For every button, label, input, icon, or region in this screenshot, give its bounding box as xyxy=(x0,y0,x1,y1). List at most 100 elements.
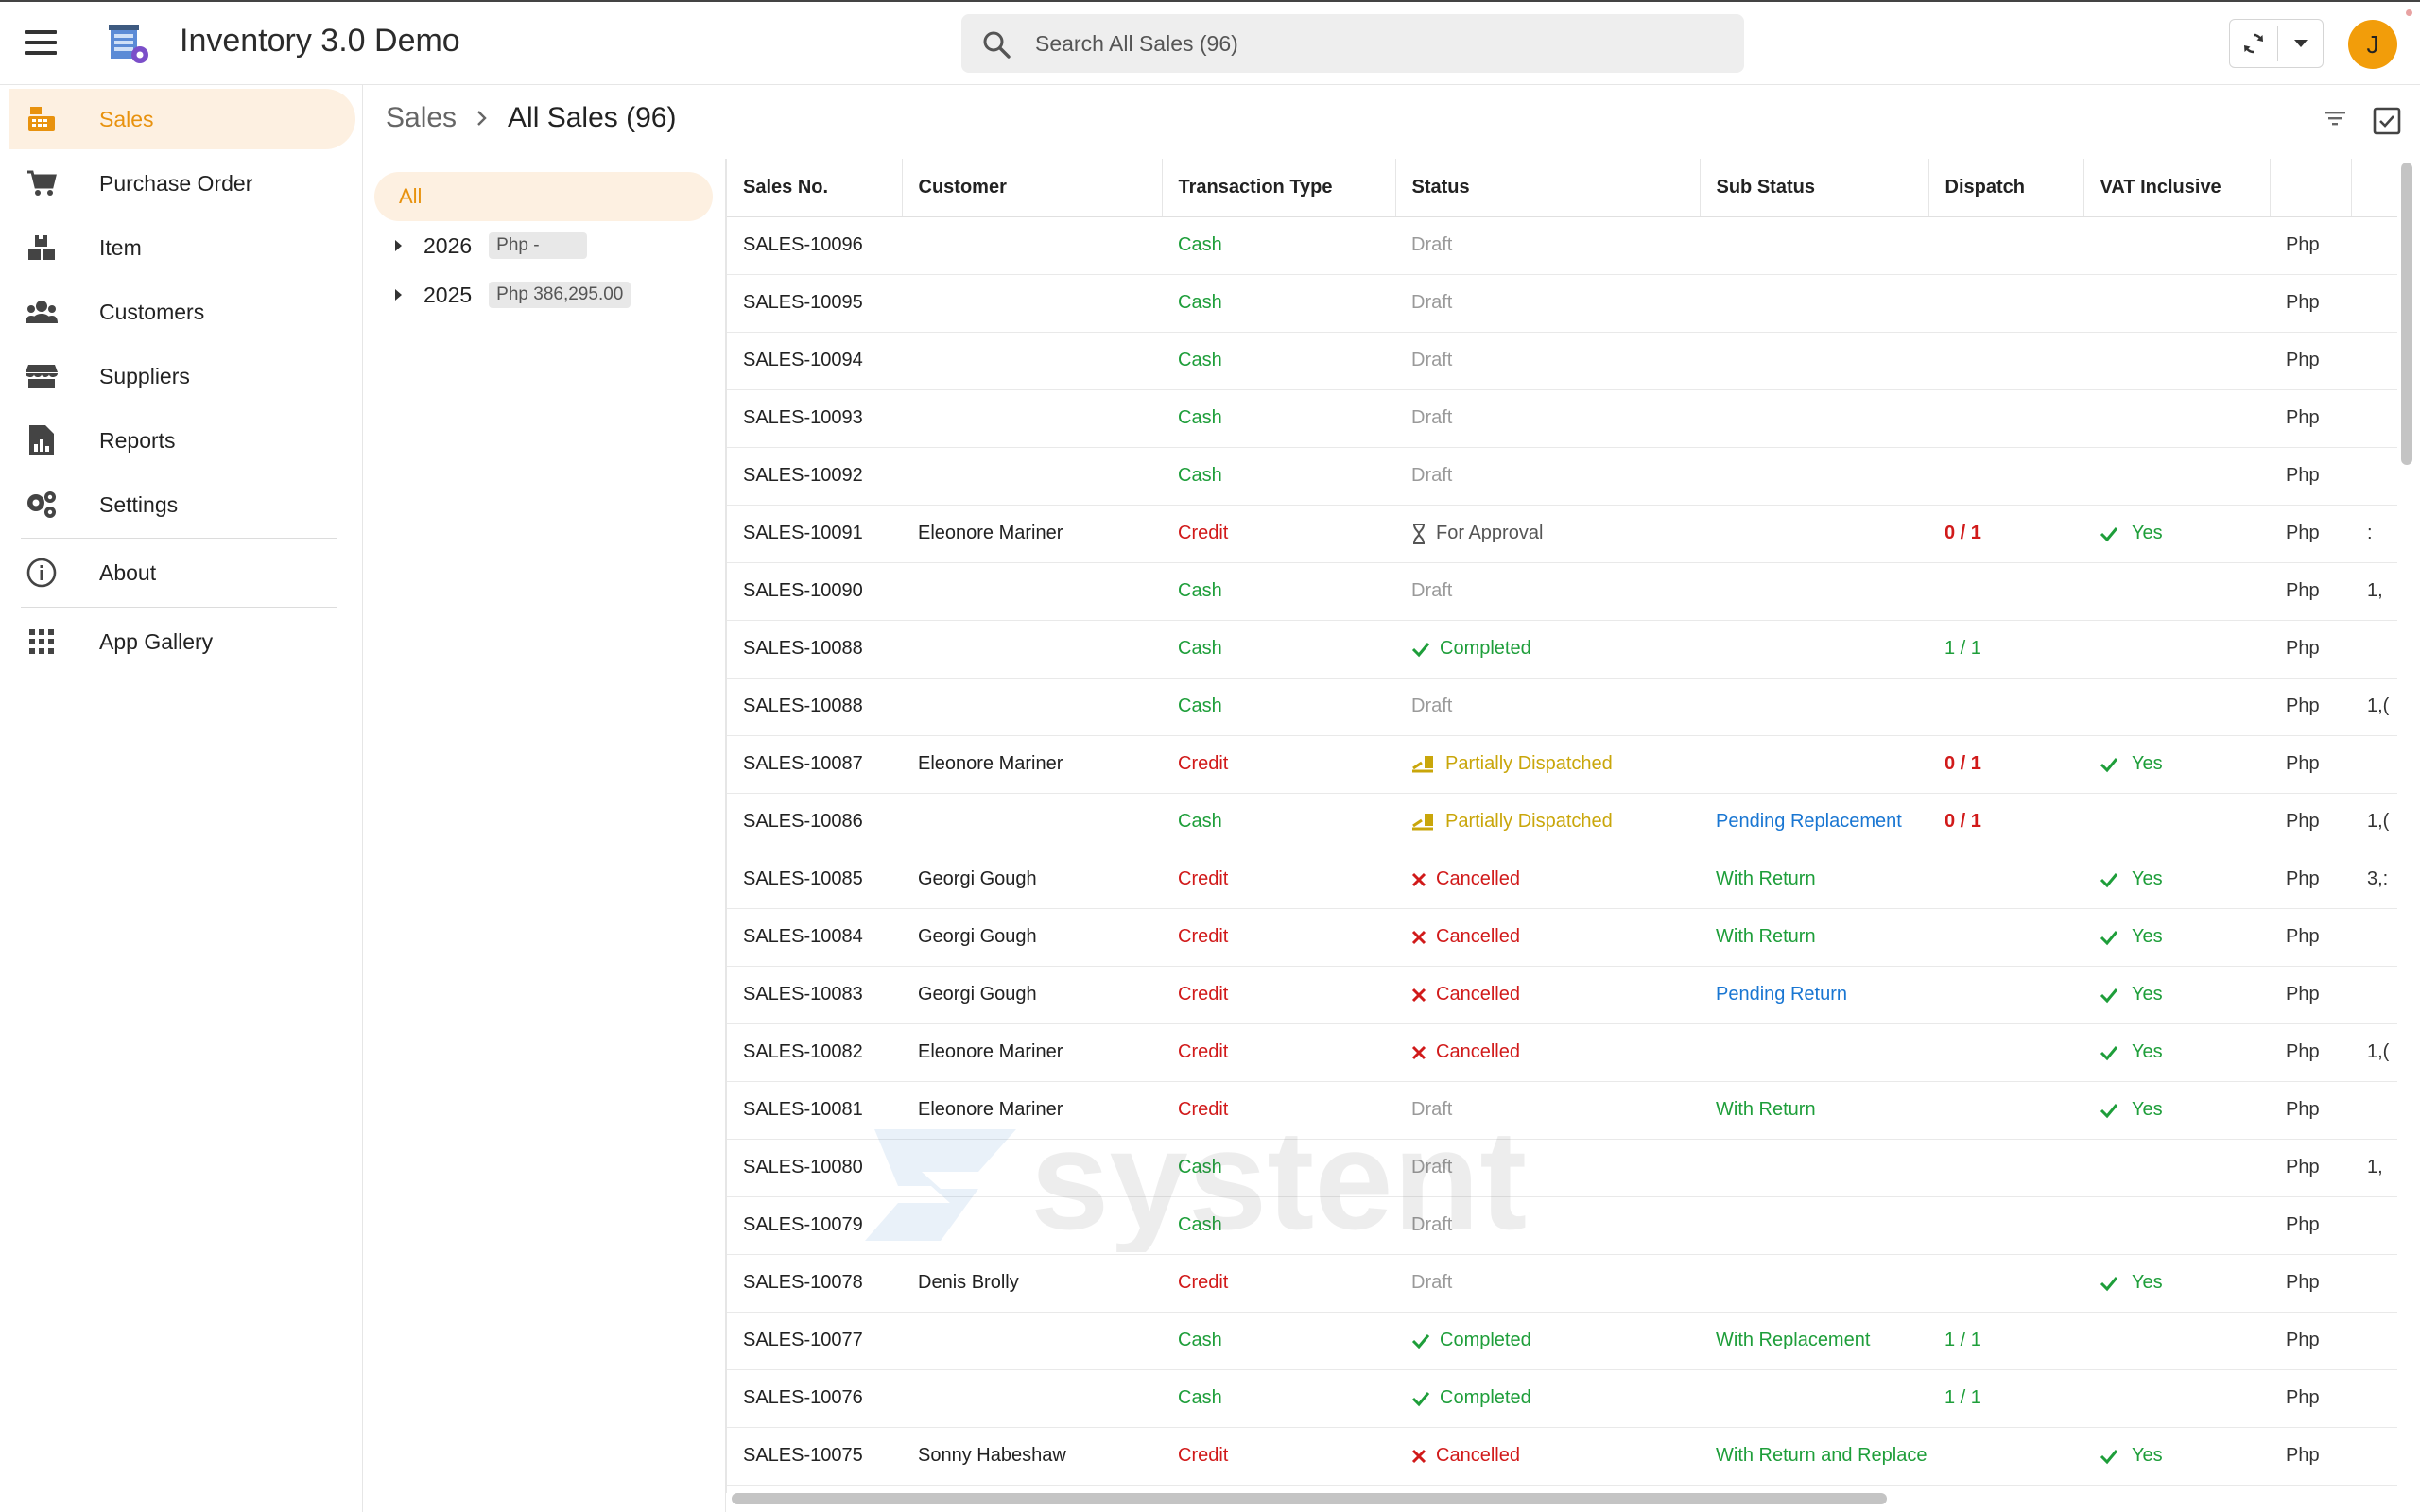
cell-vat-inclusive: Yes xyxy=(2083,1427,2270,1486)
search-input[interactable] xyxy=(1035,14,1716,73)
menu-icon[interactable] xyxy=(25,30,57,55)
column-header-amount[interactable] xyxy=(2351,159,2397,217)
cell-amount: : xyxy=(2351,505,2397,563)
tree-item-2026[interactable]: 2026 Php - xyxy=(395,227,588,265)
cell-sales-no: SALES-10075 xyxy=(727,1427,902,1486)
sidebar-item-about[interactable]: About xyxy=(9,542,355,603)
column-header-dispatch[interactable]: Dispatch xyxy=(1928,159,2084,217)
cell-amount xyxy=(2351,908,2397,967)
cell-customer: Sonny Habeshaw xyxy=(902,1427,1162,1486)
table-row[interactable]: SALES-10076 Cash Completed 1 / 1 Php xyxy=(727,1369,2397,1428)
column-header-vat-inclusive[interactable]: VAT Inclusive xyxy=(2083,159,2271,217)
partial-dispatch-icon xyxy=(1412,755,1433,772)
sidebar-item-item[interactable]: Item xyxy=(9,217,355,278)
cell-customer xyxy=(902,793,1162,851)
cell-currency: Php xyxy=(2270,274,2351,333)
vat-text: Yes xyxy=(2132,868,2163,889)
column-header-sub-status[interactable]: Sub Status xyxy=(1700,159,1929,217)
table-row[interactable]: SALES-10080 Cash Draft Php 1, xyxy=(727,1139,2397,1197)
cell-amount xyxy=(2351,1312,2397,1370)
info-icon xyxy=(25,556,59,590)
status-label: Partially Dispatched xyxy=(1411,753,1700,775)
table-row[interactable]: SALES-10091 Eleonore Mariner Credit For App… xyxy=(727,505,2397,563)
column-header-status[interactable]: Status xyxy=(1395,159,1701,217)
cell-status: Draft xyxy=(1395,562,1700,621)
app-title: Inventory 3.0 Demo xyxy=(180,23,460,59)
status-label: Draft xyxy=(1411,350,1700,371)
sidebar-item-purchase-order[interactable]: Purchase Order xyxy=(9,153,355,214)
cell-sales-no: SALES-10094 xyxy=(727,332,902,390)
cell-currency: Php xyxy=(2270,447,2351,506)
table-row[interactable]: SALES-10090 Cash Draft Php 1, xyxy=(727,562,2397,621)
table-row[interactable]: SALES-10087 Eleonore Mariner Credit Partial… xyxy=(727,735,2397,794)
cell-vat-inclusive xyxy=(2083,1139,2270,1197)
expand-arrow-icon[interactable] xyxy=(395,289,402,301)
expand-arrow-icon[interactable] xyxy=(395,240,402,251)
tree-item-all[interactable]: All xyxy=(374,172,713,221)
cell-customer: Eleonore Mariner xyxy=(902,1081,1162,1140)
status-text: Draft xyxy=(1411,350,1453,370)
divider xyxy=(21,607,337,608)
status-label: Draft xyxy=(1411,1157,1700,1178)
sidebar-item-customers[interactable]: Customers xyxy=(9,282,355,342)
column-header-customer[interactable]: Customer xyxy=(902,159,1163,217)
tree-item-2025[interactable]: 2025 Php 386,295.00 xyxy=(395,276,631,314)
cell-sales-no: SALES-10085 xyxy=(727,850,902,909)
sidebar-item-app-gallery[interactable]: App Gallery xyxy=(9,611,355,672)
cell-sub-status xyxy=(1700,1139,1928,1197)
vertical-scrollbar[interactable] xyxy=(2401,163,2412,465)
table-row[interactable]: SALES-10088 Cash Draft Php 1,( xyxy=(727,678,2397,736)
table-row[interactable]: SALES-10078 Denis Brolly Credit Draft Yes Php xyxy=(727,1254,2397,1313)
cell-currency: Php xyxy=(2270,389,2351,448)
column-header-currency[interactable] xyxy=(2270,159,2352,217)
cell-transaction-type: Cash xyxy=(1162,1139,1395,1197)
table-row[interactable]: SALES-10088 Cash Completed 1 / 1 Php xyxy=(727,620,2397,679)
sidebar-item-suppliers[interactable]: Suppliers xyxy=(9,346,355,406)
cell-customer xyxy=(902,389,1162,448)
table-row[interactable]: SALES-10086 Cash Partially Dispatched Pendi… xyxy=(727,793,2397,851)
cell-sub-status: With Return xyxy=(1700,1081,1928,1140)
sync-dropdown-button[interactable] xyxy=(2278,20,2324,67)
sync-button[interactable] xyxy=(2230,20,2277,67)
cell-transaction-type: Cash xyxy=(1162,332,1395,390)
sidebar-item-reports[interactable]: Reports xyxy=(9,410,355,471)
table-row[interactable]: SALES-10096 Cash Draft Php xyxy=(727,216,2397,275)
table-row[interactable]: SALES-10085 Georgi Gough Credit Cancelled Wi… xyxy=(727,850,2397,909)
cell-sales-no: SALES-10088 xyxy=(727,678,902,736)
close-icon xyxy=(1411,988,1426,1002)
status-text: Completed xyxy=(1440,638,1531,659)
close-icon xyxy=(1411,872,1426,886)
table-row[interactable]: SALES-10095 Cash Draft Php xyxy=(727,274,2397,333)
vat-text: Yes xyxy=(2132,1272,2163,1293)
table-row[interactable]: SALES-10081 Eleonore Mariner Credit Draft Wi… xyxy=(727,1081,2397,1140)
status-text: Partially Dispatched xyxy=(1445,753,1613,774)
table-row[interactable]: SALES-10077 Cash Completed With Replacement… xyxy=(727,1312,2397,1370)
table-row[interactable]: SALES-10079 Cash Draft Php xyxy=(727,1196,2397,1255)
vat-label: Yes xyxy=(2100,753,2270,775)
table-row[interactable]: SALES-10082 Eleonore Mariner Credit Cancell… xyxy=(727,1023,2397,1082)
table-row[interactable]: SALES-10094 Cash Draft Php xyxy=(727,332,2397,390)
table-row[interactable]: SALES-10084 Georgi Gough Credit Cancelled Wi… xyxy=(727,908,2397,967)
cell-dispatch: 1 / 1 xyxy=(1928,620,2083,679)
table-row[interactable]: SALES-10083 Georgi Gough Credit Cancelled Pe… xyxy=(727,966,2397,1024)
cell-customer xyxy=(902,1196,1162,1255)
search-bar[interactable] xyxy=(961,14,1744,73)
sidebar-item-settings[interactable]: Settings xyxy=(9,474,355,535)
avatar[interactable]: J xyxy=(2348,20,2397,69)
table-row[interactable]: SALES-10093 Cash Draft Php xyxy=(727,389,2397,448)
cell-transaction-type: Credit xyxy=(1162,1081,1395,1140)
column-header-transaction-type[interactable]: Transaction Type xyxy=(1162,159,1396,217)
filter-icon[interactable] xyxy=(2323,106,2347,130)
cell-vat-inclusive xyxy=(2083,678,2270,736)
column-header-sales-no[interactable]: Sales No. xyxy=(727,159,903,217)
table-row[interactable]: SALES-10092 Cash Draft Php xyxy=(727,447,2397,506)
cell-status: Cancelled xyxy=(1395,966,1700,1024)
select-checkbox-icon[interactable] xyxy=(2373,107,2401,135)
vat-label: Yes xyxy=(2100,868,2270,890)
sidebar-item-sales[interactable]: Sales xyxy=(9,89,355,149)
breadcrumb-parent[interactable]: Sales xyxy=(386,102,457,134)
cell-customer: Georgi Gough xyxy=(902,966,1162,1024)
cell-status: Partially Dispatched xyxy=(1395,735,1700,794)
horizontal-scrollbar[interactable] xyxy=(732,1493,1887,1504)
table-row[interactable]: SALES-10075 Sonny Habeshaw Credit Cancelled… xyxy=(727,1427,2397,1486)
